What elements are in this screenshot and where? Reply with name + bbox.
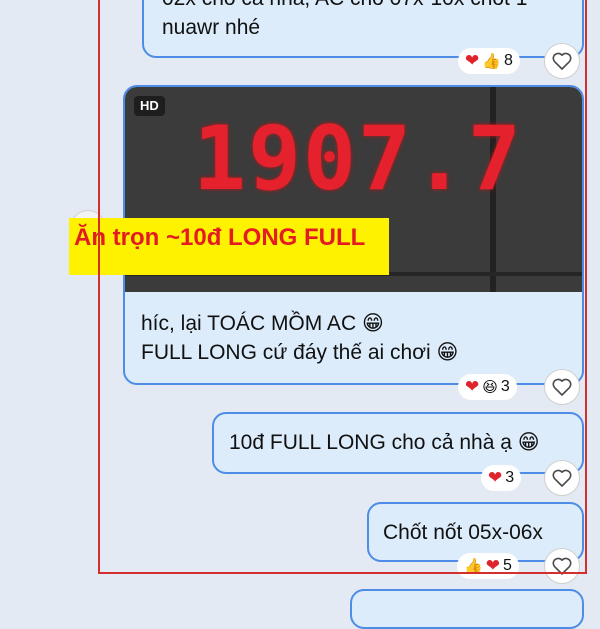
reaction-count: 8	[503, 52, 513, 69]
message-text: híc, lại TOÁC MỒM AC 😁 FULL LONG cứ đáy …	[141, 309, 458, 367]
like-button[interactable]	[544, 460, 580, 496]
message-bubble-5[interactable]	[350, 589, 584, 629]
image-number: 1907.7	[193, 107, 523, 210]
heart-icon: ❤	[465, 51, 480, 70]
message-line: híc, lại TOÁC MỒM AC 😁	[141, 312, 384, 335]
heart-outline-icon	[552, 557, 572, 575]
reaction-count: 5	[502, 557, 512, 574]
message-bubble-3[interactable]: 10đ FULL LONG cho cả nhà ạ 😁	[212, 412, 584, 474]
reaction-bar[interactable]: ❤ 😆 3	[458, 374, 517, 400]
reaction-bar[interactable]: ❤ 👍 8	[458, 48, 520, 74]
like-button[interactable]	[544, 548, 580, 584]
overlay-caption: Ăn trọn ~10đ LONG FULL	[69, 218, 389, 275]
reaction-count: 3	[505, 469, 515, 486]
heart-outline-icon	[552, 52, 572, 70]
message-bubble-1[interactable]: 02x cho cả nhà, AC cho 07x-10x chốt 1 nu…	[142, 0, 584, 58]
reaction-bar[interactable]: 👍 ❤ 5	[457, 553, 519, 579]
laughing-face-icon: 😆	[482, 379, 498, 396]
message-text: Chốt nốt 05x-06x	[383, 521, 543, 544]
message-line: 02x cho cả nhà, AC cho 07x-10x chốt 1	[162, 0, 527, 13]
heart-outline-icon	[552, 469, 572, 487]
heart-outline-icon	[552, 378, 572, 396]
message-text: 10đ FULL LONG cho cả nhà ạ 😁	[229, 431, 540, 454]
thumbs-up-icon: 👍	[482, 53, 501, 70]
reaction-count: 3	[500, 378, 510, 395]
like-button[interactable]	[544, 43, 580, 79]
heart-icon: ❤	[485, 556, 500, 575]
hd-badge: HD	[134, 96, 165, 116]
message-line: FULL LONG cứ đáy thế ai chơi 😁	[141, 341, 459, 364]
message-text: 02x cho cả nhà, AC cho 07x-10x chốt 1 nu…	[162, 0, 527, 42]
heart-icon: ❤	[488, 468, 503, 487]
reaction-bar[interactable]: ❤ 3	[481, 465, 522, 491]
like-button[interactable]	[544, 369, 580, 405]
thumbs-up-icon: 👍	[464, 558, 483, 575]
message-line: nuawr nhé	[162, 16, 261, 39]
heart-icon: ❤	[465, 377, 480, 396]
